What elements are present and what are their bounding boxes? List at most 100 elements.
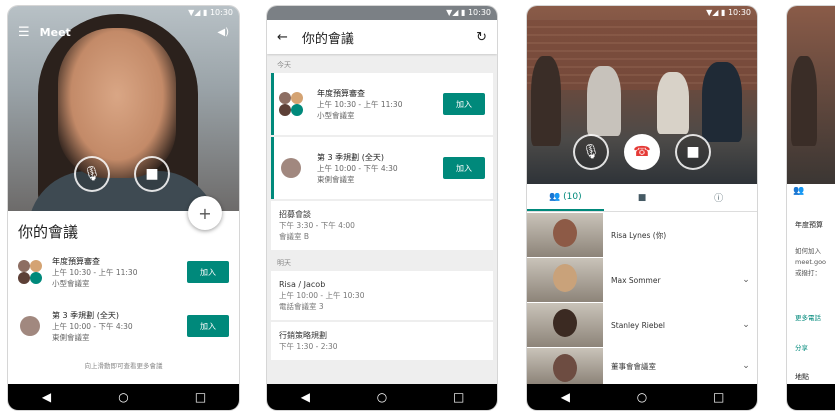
video-person-face <box>58 28 176 178</box>
meeting-item[interactable]: 年度預算審查 上午 10:30 - 上午 11:30 小型會議室 加入 <box>18 252 229 292</box>
page-title: 你的會議 <box>301 31 354 47</box>
meeting-time: 下午 3:30 - 下午 4:00 <box>279 221 355 230</box>
people-count: (10) <box>563 191 582 202</box>
meeting-time: 上午 10:00 - 下午 4:30 <box>317 163 398 173</box>
back-arrow-icon[interactable]: ← <box>277 30 288 45</box>
status-bar: ▼◢ ▮ 10:30 <box>527 6 757 20</box>
meeting-card[interactable]: Risa / Jacob 上午 10:00 - 上午 10:30 電話會議室 3 <box>271 271 493 320</box>
chevron-down-icon[interactable]: ⌄ <box>735 361 757 371</box>
participant-row[interactable]: Stanley Riebel ⌄ <box>527 303 757 347</box>
participant-row[interactable]: Risa Lynes (你) <box>527 213 757 257</box>
info-line: meet.goo <box>795 258 827 266</box>
hang-up-button[interactable]: ☎ <box>624 134 660 170</box>
status-time: 10:30 <box>209 8 233 17</box>
app-bar: ☰ Meet ◀) <box>8 20 239 44</box>
video-person <box>657 72 689 134</box>
call-tabs: 👥 (10) ■ ⓘ <box>527 184 757 212</box>
attendee-avatars <box>18 260 42 284</box>
menu-icon[interactable]: ☰ <box>18 25 30 40</box>
android-nav-bar: ◀ ○ □ <box>527 384 757 410</box>
meeting-title: 行銷策略規劃 <box>279 331 327 340</box>
microphone-button[interactable]: 🎙 <box>573 134 609 170</box>
back-icon[interactable]: ◀ <box>34 390 60 404</box>
status-signal: ▼◢ ▮ <box>446 8 466 17</box>
android-nav-bar: ◀ ○ □ <box>267 384 497 410</box>
home-icon[interactable]: ○ <box>369 390 395 404</box>
join-button[interactable]: 加入 <box>443 93 485 115</box>
join-button[interactable]: 加入 <box>443 157 485 179</box>
hang-up-icon: ☎ <box>633 144 651 160</box>
speaker-icon[interactable]: ◀) <box>217 27 229 38</box>
meeting-card[interactable]: 行銷策略規劃 下午 1:30 - 2:30 <box>271 322 493 360</box>
share-link[interactable]: 分享 <box>795 342 808 352</box>
chevron-down-icon[interactable]: ⌄ <box>735 275 757 285</box>
meeting-card[interactable]: 年度預算審查 上午 10:30 - 上午 11:30 小型會議室 加入 <box>271 73 493 135</box>
participant-row[interactable]: Max Sommer ⌄ <box>527 258 757 302</box>
phone-screen-meetings-list: ▼◢ ▮ 10:30 ← 你的會議 ↻ 今天 年度預算審查 上午 10:30 -… <box>267 6 497 410</box>
recents-icon[interactable]: □ <box>446 390 472 404</box>
camera-button[interactable]: ■ <box>134 156 170 192</box>
room-video <box>787 6 835 184</box>
camera-button[interactable]: ■ <box>675 134 711 170</box>
participant-name: Max Sommer <box>611 275 661 285</box>
status-bar: ▼◢ ▮ 10:30 <box>8 6 239 20</box>
attendee-avatars <box>279 92 303 116</box>
section-header-today: 今天 <box>267 54 497 73</box>
location-label: 地點 <box>795 373 809 381</box>
back-icon[interactable]: ◀ <box>292 390 318 404</box>
status-signal: ▼◢ ▮ <box>706 8 726 17</box>
tab-people[interactable]: 👥 (10) <box>527 184 604 211</box>
participant-thumbnail <box>527 303 603 347</box>
meeting-title: Risa / Jacob <box>279 280 326 289</box>
status-signal: ▼◢ ▮ <box>188 8 208 17</box>
participant-thumbnail <box>527 213 603 257</box>
microphone-button[interactable]: 🎙 <box>74 156 110 192</box>
meeting-item[interactable]: 第 3 季規劃 (全天) 上午 10:00 - 下午 4:30 東側會議室 加入 <box>18 306 229 346</box>
refresh-icon[interactable]: ↻ <box>476 30 487 45</box>
meetings-sheet: 你的會議 年度預算審查 上午 10:30 - 上午 11:30 小型會議室 加入… <box>8 211 239 384</box>
recents-icon[interactable]: □ <box>706 390 732 404</box>
new-meeting-button[interactable]: + <box>188 196 222 230</box>
tab-info[interactable]: ⓘ <box>680 184 757 211</box>
swipe-hint: 向上滑動即可查看更多會議 <box>84 362 163 370</box>
meeting-title: 招募會談 <box>279 210 311 219</box>
meeting-time: 下午 1:30 - 2:30 <box>279 342 338 351</box>
meeting-title: 第 3 季規劃 (全天) <box>52 310 119 320</box>
recents-icon[interactable]: □ <box>188 390 214 404</box>
chevron-down-icon[interactable]: ⌄ <box>735 320 757 330</box>
participant-row[interactable]: 董事會會議室 ⌄ <box>527 348 757 384</box>
participant-thumbnail <box>527 258 603 302</box>
meeting-room: 電話會議室 3 <box>279 302 324 311</box>
meeting-time: 上午 10:30 - 上午 11:30 <box>317 99 403 109</box>
app-bar: ← 你的會議 ↻ <box>267 20 497 54</box>
people-icon[interactable]: 👥 <box>793 186 804 196</box>
plus-icon: + <box>198 203 212 223</box>
back-icon[interactable]: ◀ <box>552 390 578 404</box>
app-title: Meet <box>39 25 71 39</box>
microphone-icon: 🎙 <box>83 166 101 182</box>
video-person <box>587 66 621 136</box>
microphone-icon: 🎙 <box>582 144 600 160</box>
join-button[interactable]: 加入 <box>187 261 229 283</box>
meeting-time: 上午 10:00 - 上午 10:30 <box>279 291 365 300</box>
meeting-title: 第 3 季規劃 (全天) <box>317 152 384 162</box>
status-time: 10:30 <box>467 8 491 17</box>
join-button[interactable]: 加入 <box>187 315 229 337</box>
participant-name: Risa Lynes (你) <box>611 230 667 240</box>
meeting-title: 年度預算審查 <box>52 256 100 266</box>
meeting-title: 年度預算 <box>795 221 823 229</box>
more-phone-numbers-link[interactable]: 更多電話 <box>795 312 821 322</box>
meeting-card[interactable]: 第 3 季規劃 (全天) 上午 10:00 - 下午 4:30 東側會議室 加入 <box>271 137 493 199</box>
meeting-room: 小型會議室 <box>317 110 355 120</box>
android-nav-bar: ◀ ○ □ <box>8 384 239 410</box>
tab-chat[interactable]: ■ <box>604 184 681 211</box>
meeting-room: 東側會議室 <box>52 332 90 342</box>
meetings-list: 今天 年度預算審查 上午 10:30 - 上午 11:30 小型會議室 加入 第… <box>267 54 497 384</box>
meeting-room: 小型會議室 <box>52 278 90 288</box>
status-time: 10:30 <box>727 8 751 17</box>
phone-screen-meeting-details: 👥 年度預算 如何加入 meet.goo 或撥打： 更多電話 分享 地點 <box>787 6 835 410</box>
home-icon[interactable]: ○ <box>629 390 655 404</box>
meeting-card[interactable]: 招募會談 下午 3:30 - 下午 4:00 會議室 B <box>271 201 493 250</box>
home-icon[interactable]: ○ <box>111 390 137 404</box>
phone-screen-in-call: ▼◢ ▮ 10:30 🎙 ☎ ■ 👥 (10) ■ ⓘ Risa Lynes (… <box>527 6 757 410</box>
